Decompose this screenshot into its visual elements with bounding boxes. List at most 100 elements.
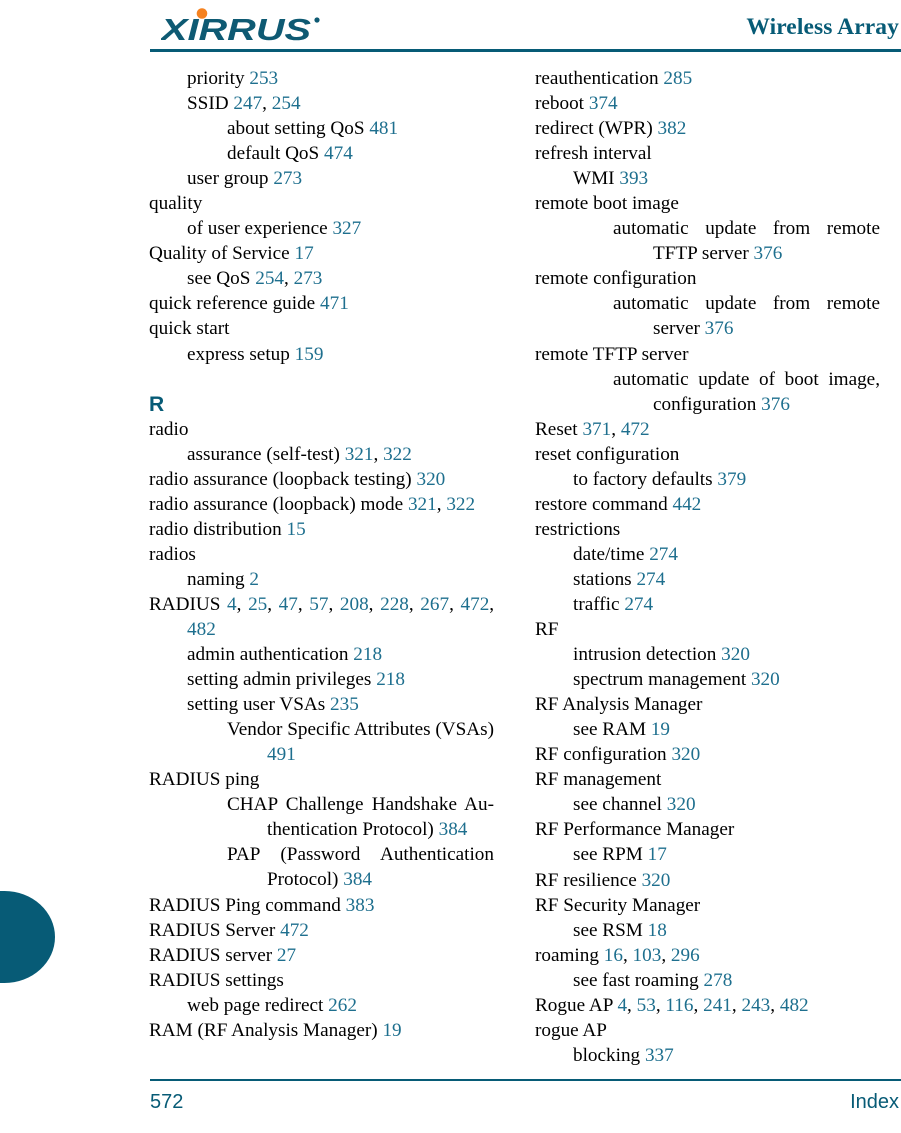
index-page-link[interactable]: 208 [340, 594, 369, 615]
index-entry-text: stations [573, 568, 637, 590]
index-page-link[interactable]: 254 [255, 268, 284, 289]
index-page-link[interactable]: 235 [330, 694, 359, 715]
index-entry-text: Vendor Specific Attributes (VSAs) [227, 719, 499, 741]
index-page-link[interactable]: 482 [187, 619, 216, 640]
index-page-link[interactable]: 253 [249, 68, 278, 89]
index-page-link[interactable]: 374 [589, 93, 618, 114]
index-page-link[interactable]: 472 [280, 920, 309, 941]
index-entry-text: remote TFTP server [535, 343, 689, 365]
index-page-link[interactable]: 296 [671, 945, 700, 966]
index-entry-text: see RPM [573, 844, 648, 866]
index-page-link[interactable]: 17 [294, 243, 313, 264]
index-page-link[interactable]: 103 [633, 945, 662, 966]
index-page-link[interactable]: 379 [717, 469, 746, 490]
index-page-link[interactable]: 376 [761, 394, 790, 415]
index-page-link[interactable]: 321 [408, 494, 437, 515]
index-entry: redirect (WPR) 382 [535, 116, 880, 141]
index-entry: RF resilience 320 [535, 868, 880, 893]
index-entry-text: automatic update of boot image, configur… [613, 368, 885, 415]
index-page-link[interactable]: 481 [369, 118, 398, 139]
index-page-link[interactable]: 254 [272, 93, 301, 114]
index-page-link[interactable]: 274 [649, 544, 678, 565]
index-page-link[interactable]: 320 [416, 469, 445, 490]
index-page-link[interactable]: 278 [704, 970, 733, 991]
index-page-link[interactable]: 482 [780, 995, 809, 1016]
index-page-link[interactable]: 442 [672, 494, 701, 515]
index-page-link[interactable]: 218 [376, 669, 405, 690]
index-page-link[interactable]: 267 [420, 594, 449, 615]
index-page-link[interactable]: 228 [380, 594, 409, 615]
index-entry-text: traffic [573, 593, 625, 615]
index-page-link[interactable]: 47 [279, 594, 298, 615]
index-page-link[interactable]: 320 [721, 644, 750, 665]
index-page-link[interactable]: 57 [309, 594, 328, 615]
index-entry-text: WMI [573, 168, 620, 190]
index-page-link[interactable]: 19 [651, 719, 670, 740]
index-page-link[interactable]: 371 [582, 419, 611, 440]
index-entry: stations 274 [535, 567, 880, 592]
index-entry: PAP (Password Authentication Protocol) 3… [149, 842, 494, 892]
index-entry: RADIUS Ping command 383 [149, 893, 494, 918]
index-page-link[interactable]: 2 [249, 569, 259, 590]
index-page-link[interactable]: 393 [619, 168, 648, 189]
index-entry-text: quick reference guide [149, 293, 320, 315]
index-page-link[interactable]: 15 [287, 519, 306, 540]
index-page-link[interactable]: 262 [328, 995, 357, 1016]
index-page-link[interactable]: 320 [642, 870, 671, 891]
index-entry: refresh interval [535, 141, 880, 166]
index-entry-text: remote configuration [535, 268, 697, 290]
index-page-link[interactable]: 4 [227, 594, 237, 615]
index-page-link[interactable]: 25 [248, 594, 267, 615]
index-page-link[interactable]: 19 [382, 1020, 401, 1041]
index-page-link[interactable]: 243 [741, 995, 770, 1016]
index-page-link[interactable]: 382 [658, 118, 687, 139]
index-page-link[interactable]: 383 [346, 895, 375, 916]
index-page-link[interactable]: 285 [663, 68, 692, 89]
index-page-link[interactable]: 17 [648, 844, 667, 865]
index-page-link[interactable]: 321 [345, 444, 374, 465]
index-entry-text: radio distribution [149, 518, 287, 540]
index-page-link[interactable]: 384 [343, 869, 372, 890]
index-page-link[interactable]: 274 [624, 594, 653, 615]
index-page-link[interactable]: 273 [294, 268, 323, 289]
index-page-link[interactable]: 472 [461, 594, 490, 615]
index-page-link[interactable]: 18 [648, 920, 667, 941]
index-entry-text: Quality of Service [149, 243, 295, 265]
index-page-link[interactable]: 320 [667, 794, 696, 815]
index-entry-text: quick start [149, 318, 230, 340]
index-page-link[interactable]: 471 [320, 293, 349, 314]
index-page-link[interactable]: 241 [703, 995, 732, 1016]
index-entry-text: Reset [535, 418, 583, 440]
index-page-link[interactable]: 159 [295, 344, 324, 365]
index-page-link[interactable]: 327 [332, 218, 361, 239]
index-entry: RF configuration 320 [535, 742, 880, 767]
index-page-link[interactable]: 322 [383, 444, 412, 465]
index-entry: traffic 274 [535, 592, 880, 617]
index-page-link[interactable]: 274 [636, 569, 665, 590]
index-page-link[interactable]: 27 [277, 945, 296, 966]
index-page-link[interactable]: 320 [751, 669, 780, 690]
index-page-link[interactable]: 320 [671, 744, 700, 765]
index-page-separator: , [284, 268, 294, 290]
index-page-link[interactable]: 116 [665, 995, 693, 1016]
index-page-link[interactable]: 273 [273, 168, 302, 189]
index-entry: rogue AP [535, 1018, 880, 1043]
index-page-link[interactable]: 322 [446, 494, 475, 515]
index-page-link[interactable]: 491 [267, 744, 296, 765]
index-page-link[interactable]: 472 [621, 419, 650, 440]
index-column-right: reauthentication 285 reboot 374 redirect (… [535, 66, 880, 1068]
index-entry: date/time 274 [535, 542, 880, 567]
index-page-link[interactable]: 4 [617, 995, 627, 1016]
index-entry-text: RF [535, 619, 559, 641]
index-page-link[interactable]: 337 [645, 1045, 674, 1066]
index-page-link[interactable]: 16 [604, 945, 623, 966]
index-page-separator: , [328, 593, 340, 615]
index-page-link[interactable]: 474 [324, 143, 353, 164]
index-page-link[interactable]: 376 [705, 318, 734, 339]
index-page-link[interactable]: 247 [233, 93, 262, 114]
header-divider [150, 49, 901, 52]
index-page-link[interactable]: 53 [637, 995, 656, 1016]
index-page-link[interactable]: 218 [353, 644, 382, 665]
index-page-link[interactable]: 376 [754, 243, 783, 264]
index-page-link[interactable]: 384 [439, 819, 468, 840]
